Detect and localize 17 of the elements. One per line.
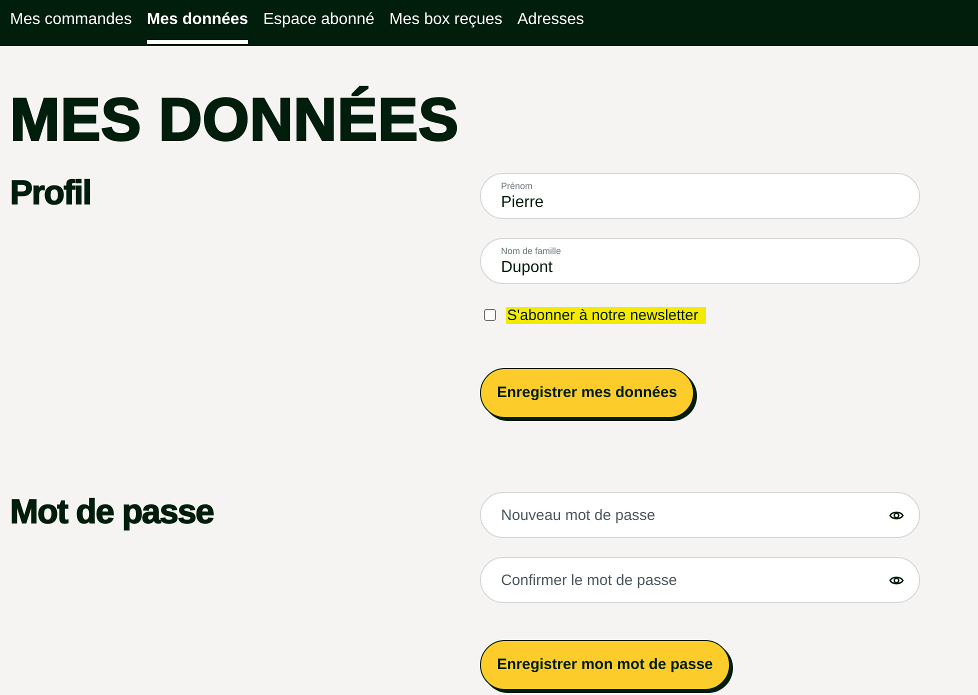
save-button[interactable]: Enregistrer mes données: [480, 368, 694, 418]
password-input[interactable]: Nouveau mot de passe: [480, 492, 920, 538]
section-heading: Profil: [10, 173, 91, 213]
nav-tab[interactable]: Adresses: [517, 0, 584, 44]
section-heading: Mot de passe: [10, 492, 214, 532]
newsletter-checkbox[interactable]: [484, 309, 496, 321]
nav-tab[interactable]: Mes box reçues: [389, 0, 502, 44]
save-button[interactable]: Enregistrer mon mot de passe: [480, 640, 730, 690]
nav-tab[interactable]: Espace abonné: [263, 0, 374, 44]
floating-label: Prénom: [501, 181, 533, 191]
nav-tab[interactable]: Mes commandes: [10, 0, 132, 44]
floating-label: Nom de famille: [501, 246, 562, 256]
password-input[interactable]: Confirmer le mot de passe: [480, 557, 920, 603]
nav-tab[interactable]: Mes données: [146, 0, 248, 44]
newsletter-label[interactable]: S'abonner à notre newsletter: [506, 306, 706, 324]
eye-icon[interactable]: [889, 575, 904, 586]
eye-icon[interactable]: [889, 510, 904, 521]
